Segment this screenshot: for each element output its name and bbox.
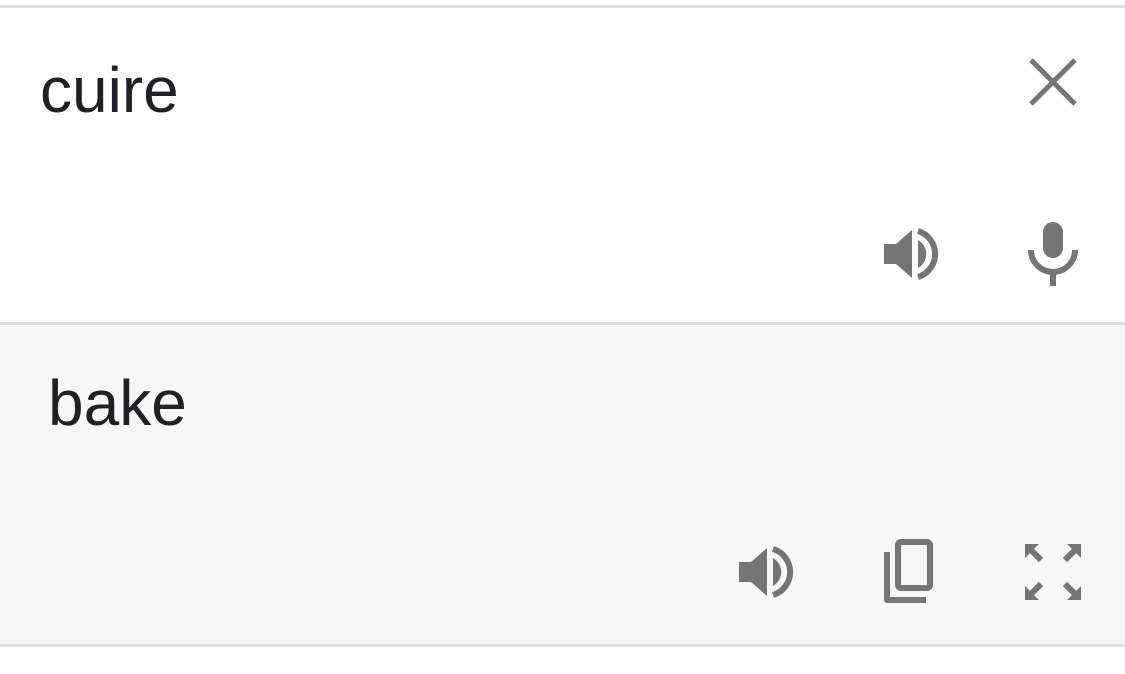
copy-icon: [884, 539, 933, 603]
source-panel[interactable]: cuire: [0, 8, 1125, 324]
result-listen-button[interactable]: [729, 536, 801, 608]
microphone-icon: [1028, 222, 1078, 286]
volume-up-icon: [739, 546, 794, 598]
clear-button[interactable]: [1017, 46, 1089, 118]
copy-button[interactable]: [872, 536, 944, 608]
bottom-divider: [0, 644, 1125, 647]
source-listen-button[interactable]: [874, 218, 946, 290]
close-icon: [1029, 58, 1077, 106]
voice-input-button[interactable]: [1017, 218, 1089, 290]
result-text: bake: [48, 367, 187, 439]
source-text[interactable]: cuire: [40, 52, 179, 128]
result-panel: bake: [0, 325, 1125, 644]
fullscreen-button[interactable]: [1017, 536, 1089, 608]
translate-card: cuire bake: [0, 0, 1125, 674]
volume-up-icon: [884, 228, 939, 280]
fullscreen-icon: [1025, 544, 1081, 600]
